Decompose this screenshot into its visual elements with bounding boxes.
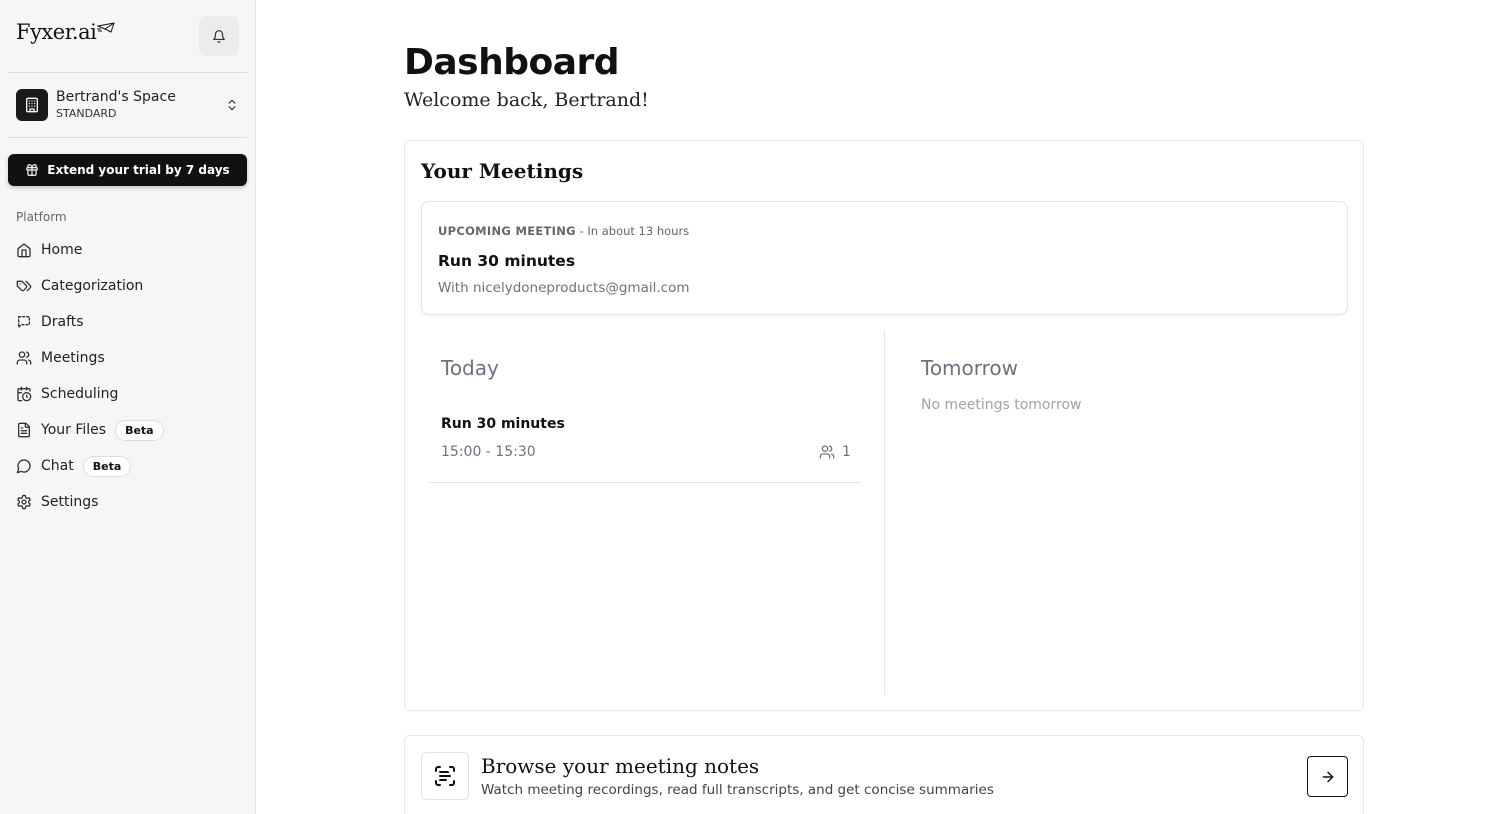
welcome-message: Welcome back, Bertrand!	[404, 89, 649, 111]
page-title: Dashboard	[404, 42, 620, 83]
sidebar-item-drafts[interactable]: Drafts	[8, 304, 247, 340]
today-meeting-attendees: 1	[819, 444, 851, 460]
tomorrow-empty-text: No meetings tomorrow	[921, 397, 1082, 413]
upcoming-meeting-card[interactable]: UPCOMING MEETING - In about 13 hours Run…	[421, 201, 1348, 315]
sidebar-item-settings[interactable]: Settings	[8, 484, 247, 520]
upcoming-meeting-header: UPCOMING MEETING - In about 13 hours	[438, 224, 689, 238]
sidebar-item-label: Drafts	[41, 314, 84, 330]
extend-trial-button[interactable]: Extend your trial by 7 days	[8, 154, 247, 186]
sidebar-item-label: Settings	[41, 494, 99, 510]
meeting-notes-card[interactable]: Browse your meeting notes Watch meeting …	[404, 735, 1364, 814]
sidebar-item-label: Chat	[41, 458, 74, 474]
today-meeting-name[interactable]: Run 30 minutes	[441, 416, 565, 432]
sidebar-item-chat[interactable]: Chat Beta	[8, 448, 247, 484]
meetings-card: Your Meetings UPCOMING MEETING - In abou…	[404, 140, 1364, 711]
today-meeting-time: 15:00 - 15:30	[441, 444, 536, 460]
sidebar-item-label: Home	[41, 242, 83, 258]
sidebar-item-your-files[interactable]: Your Files Beta	[8, 412, 247, 448]
app-logo[interactable]: Fyxer.ai	[16, 20, 116, 44]
beta-badge: Beta	[82, 455, 132, 477]
gift-icon	[26, 164, 39, 176]
sidebar-item-scheduling[interactable]: Scheduling	[8, 376, 247, 412]
chevrons-up-down-icon	[228, 99, 236, 111]
workspace-plan: STANDARD	[56, 107, 117, 120]
workspace-avatar	[16, 89, 48, 121]
chat-icon	[16, 459, 31, 474]
bell-icon	[213, 29, 225, 43]
users-icon	[16, 351, 32, 365]
home-icon	[17, 243, 31, 258]
sidebar-item-label: Meetings	[41, 350, 105, 366]
beta-badge: Beta	[115, 419, 164, 441]
section-label-platform: Platform	[16, 210, 67, 224]
users-icon	[819, 445, 835, 459]
meeting-row-divider	[429, 482, 861, 483]
sidebar-item-meetings[interactable]: Meetings	[8, 340, 247, 376]
sidebar-item-label: Scheduling	[41, 386, 119, 402]
open-notes-button[interactable]	[1307, 756, 1348, 797]
arrow-right-icon	[1322, 771, 1333, 782]
calendar-clock-icon	[17, 386, 32, 402]
extend-trial-label: Extend your trial by 7 days	[47, 163, 230, 177]
sidebar-divider	[8, 137, 247, 138]
notes-icon-box	[421, 752, 469, 800]
upcoming-meeting-with: With nicelydoneproducts@gmail.com	[438, 280, 690, 296]
notes-title: Browse your meeting notes	[481, 754, 760, 778]
sidebar-item-label: Your Files	[41, 422, 107, 438]
meetings-title: Your Meetings	[421, 159, 584, 183]
drafts-icon	[18, 316, 30, 328]
workspace-switcher[interactable]: Bertrand's Space STANDARD	[8, 80, 247, 130]
logo-mark-icon	[97, 22, 116, 33]
logo-text: Fyxer.ai	[16, 20, 97, 44]
upcoming-meeting-name: Run 30 minutes	[438, 252, 576, 270]
notifications-button[interactable]	[199, 16, 239, 56]
upcoming-meeting-label: UPCOMING MEETING	[438, 224, 576, 238]
file-icon	[18, 422, 30, 438]
building-icon	[26, 97, 38, 113]
today-title: Today	[441, 356, 499, 380]
tomorrow-title: Tomorrow	[921, 356, 1019, 380]
gear-icon	[17, 494, 31, 510]
upcoming-meeting-when: - In about 13 hours	[575, 224, 690, 238]
column-divider	[884, 330, 885, 695]
attendee-count: 1	[842, 444, 851, 460]
workspace-name: Bertrand's Space	[56, 89, 176, 105]
scan-text-icon	[435, 766, 455, 786]
sidebar: Fyxer.ai Bertrand's Space STANDARD Exten	[0, 0, 256, 814]
sidebar-item-categorization[interactable]: Categorization	[8, 268, 247, 304]
sidebar-item-label: Categorization	[41, 278, 144, 294]
notes-subtitle: Watch meeting recordings, read full tran…	[481, 782, 994, 798]
sidebar-divider	[8, 72, 247, 73]
tags-icon	[16, 280, 32, 292]
sidebar-nav: Home Categorization Drafts Meetings Sche…	[8, 232, 247, 520]
sidebar-item-home[interactable]: Home	[8, 232, 247, 268]
